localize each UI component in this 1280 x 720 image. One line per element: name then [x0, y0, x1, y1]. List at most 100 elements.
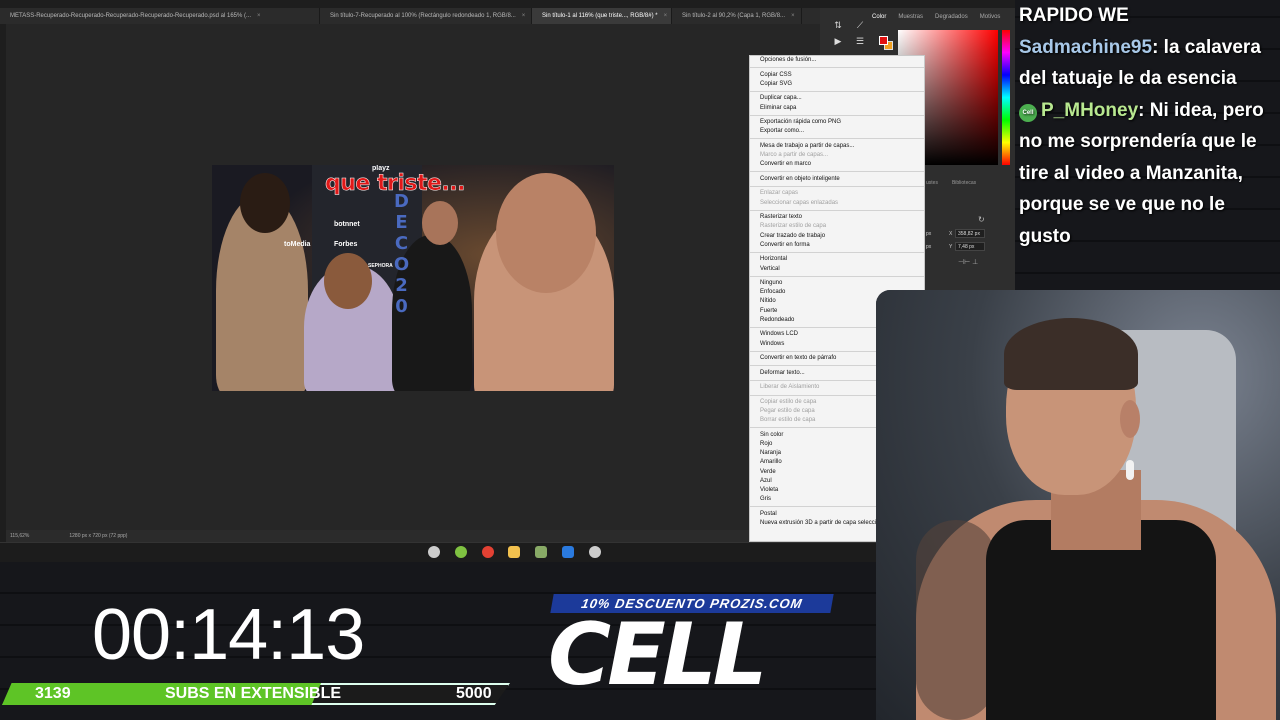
- hue-slider[interactable]: [1002, 30, 1010, 165]
- webcam-feed: [876, 290, 1280, 720]
- menu-separator: [750, 114, 924, 116]
- thumbnail-title: que triste...: [325, 171, 466, 197]
- menu-item[interactable]: Convertir en marco: [750, 160, 924, 169]
- chat-username: P_MHoney: [1041, 99, 1139, 121]
- prop-y-label: Y: [949, 244, 953, 250]
- menu-item[interactable]: Opciones de fusión...: [750, 56, 924, 65]
- wand-icon[interactable]: ⟋: [854, 20, 866, 30]
- status-zoom[interactable]: 115,62%: [10, 530, 29, 542]
- menu-separator: [750, 186, 924, 188]
- menu-separator: [750, 138, 924, 140]
- prop-w-unit: px: [926, 231, 932, 237]
- menu-item[interactable]: Duplicar capa...: [750, 94, 924, 103]
- document-canvas[interactable]: DECO20 que triste... playz botnnet Forbe…: [212, 165, 614, 391]
- menu-separator: [750, 67, 924, 69]
- menu-item[interactable]: Vertical: [750, 265, 924, 274]
- sub-goal-max: 5000: [456, 685, 492, 702]
- menu-item[interactable]: Copiar SVG: [750, 80, 924, 89]
- chat-username: Sadmachine95: [1019, 36, 1153, 58]
- logo-forbes: Forbes: [334, 241, 358, 248]
- app-icon[interactable]: [535, 546, 548, 558]
- menu-item[interactable]: Mesa de trabajo a partir de capas...: [750, 142, 924, 151]
- swap-icon[interactable]: ⇅: [832, 20, 844, 30]
- panel-tab[interactable]: Motivos: [980, 14, 1001, 20]
- clock-icon[interactable]: [428, 546, 440, 558]
- tank-top: [986, 520, 1216, 720]
- document-tab[interactable]: METASS-Recuperado-Recuperado-Recuperado-…: [0, 8, 320, 24]
- logo-media: toMedia: [284, 241, 311, 248]
- align-icon[interactable]: ⊣⊢ ⊥: [958, 258, 978, 266]
- menu-item: Enlazar capas: [760, 190, 799, 197]
- menu-separator: [750, 275, 924, 277]
- close-icon[interactable]: ×: [522, 13, 526, 19]
- document-tab-label: METASS-Recuperado-Recuperado-Recuperado-…: [10, 13, 252, 19]
- streamer-hair: [1004, 318, 1138, 390]
- prop-h-unit: px: [926, 244, 932, 250]
- menu-separator: [750, 251, 924, 253]
- close-icon[interactable]: ×: [257, 13, 261, 19]
- menu-separator: [750, 171, 924, 173]
- status-bar: 115,62% 1280 px x 720 px (72 ppp): [6, 530, 820, 542]
- menu-item[interactable]: Rasterizar texto: [750, 213, 924, 222]
- menu-item[interactable]: Ninguno: [750, 279, 924, 288]
- sliders-icon[interactable]: ☰: [854, 36, 866, 46]
- folder-icon[interactable]: [508, 546, 521, 558]
- chat-overlay: RAPIDO WE Sadmachine95: la calavera del …: [1015, 0, 1280, 292]
- panel-tab[interactable]: Muestras: [898, 14, 923, 20]
- close-icon[interactable]: ×: [791, 13, 795, 19]
- chat-text: : Ni idea, pero no me sorprendería que l…: [1019, 99, 1264, 247]
- menu-item[interactable]: Exportación rápida como PNG: [750, 118, 924, 127]
- whatsapp-icon[interactable]: [454, 546, 467, 558]
- foreground-color-swatch[interactable]: [879, 36, 888, 45]
- menu-item: Rasterizar estilo de capa: [760, 223, 827, 230]
- reset-icon[interactable]: ↻: [978, 215, 985, 224]
- chat-message: RAPIDO WE: [1019, 0, 1276, 32]
- chat-text: RAPIDO WE: [1019, 5, 1129, 26]
- sub-goal-current: 3139: [35, 685, 71, 702]
- menu-item[interactable]: Horizontal: [750, 255, 924, 264]
- menu-item[interactable]: Eliminar capa: [750, 104, 924, 113]
- prop-x-label: X: [949, 231, 953, 237]
- document-tab[interactable]: Sin título-7-Recuperado al 100% (Rectáng…: [320, 8, 532, 24]
- prop-x-input[interactable]: 358,82 px: [955, 229, 985, 238]
- logo-playz: playz: [372, 165, 390, 172]
- play-icon[interactable]: ▶: [832, 36, 844, 46]
- arm-tattoo: [916, 520, 996, 720]
- stream-stage: METASS-Recuperado-Recuperado-Recuperado-…: [0, 0, 1280, 720]
- document-tab-label: Sin título-2 al 90,2% (Capa 1, RGB/8...: [682, 13, 786, 19]
- document-tab[interactable]: Sin título-2 al 90,2% (Capa 1, RGB/8... ×: [672, 8, 802, 24]
- chrome-icon[interactable]: [481, 546, 494, 558]
- photoshop-window: METASS-Recuperado-Recuperado-Recuperado-…: [0, 0, 1015, 562]
- menu-item[interactable]: Crear trazado de trabajo: [750, 232, 924, 241]
- menu-item[interactable]: Convertir en objeto inteligente: [750, 175, 924, 184]
- menu-separator: [750, 209, 924, 211]
- document-tab[interactable]: Sin título-1 al 116% (que triste..., RGB…: [532, 8, 672, 24]
- prop-y-input[interactable]: 7,48 px: [955, 242, 985, 251]
- browser-icon[interactable]: [588, 546, 601, 558]
- person-streamer-head: [496, 173, 596, 293]
- chat-message: Cell P_MHoney: Ni idea, pero no me sorpre…: [1019, 95, 1276, 253]
- menu-separator: [750, 90, 924, 92]
- close-icon[interactable]: ×: [664, 13, 668, 19]
- photoshop-icon[interactable]: [562, 546, 574, 558]
- streamer-ear: [1120, 400, 1140, 438]
- vertical-logo: DECO20: [391, 191, 412, 317]
- properties-tab[interactable]: Bibliotecas: [952, 180, 976, 186]
- sub-goal-label: SUBS EN EXTENSIBLE: [165, 685, 342, 702]
- logo-botnnet: botnnet: [334, 221, 360, 228]
- status-doc-size: 1280 px x 720 px (72 ppp): [69, 533, 128, 539]
- panel-tab[interactable]: Degradados: [935, 14, 968, 20]
- menu-item[interactable]: Copiar CSS: [750, 71, 924, 80]
- menu-item[interactable]: Convertir en forma: [750, 241, 924, 250]
- earbud-icon: [1126, 460, 1134, 480]
- menu-item: Marco a partir de capas...: [760, 152, 829, 159]
- document-tabs: METASS-Recuperado-Recuperado-Recuperado-…: [0, 8, 820, 24]
- properties-tab[interactable]: ustes: [926, 180, 938, 186]
- panel-tab[interactable]: Color: [872, 14, 886, 20]
- menu-item[interactable]: Exportar como...: [750, 127, 924, 136]
- sponsor-logo: CELL: [548, 605, 767, 705]
- subscriber-badge-icon: Cell: [1019, 103, 1037, 122]
- person-woman-head: [324, 253, 372, 309]
- document-tab-label: Sin título-1 al 116% (que triste..., RGB…: [542, 13, 658, 19]
- logo-sephora: SEPHORA: [368, 263, 393, 269]
